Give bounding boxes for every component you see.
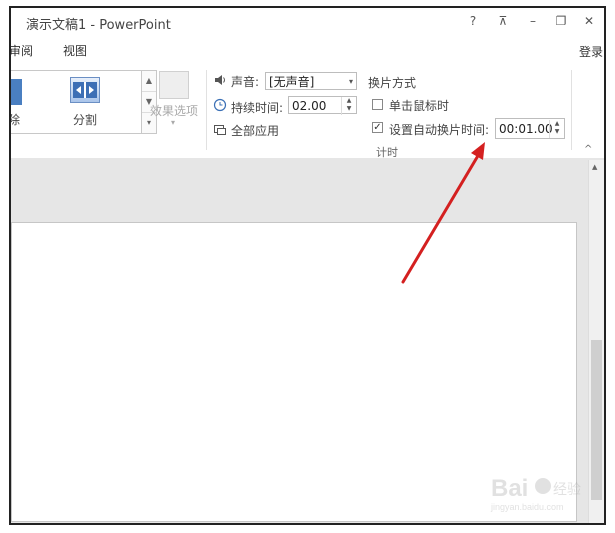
annotation-arrow <box>401 142 485 284</box>
svg-text:经验: 经验 <box>553 482 581 498</box>
svg-text:jingyan.baidu.com: jingyan.baidu.com <box>490 502 564 512</box>
powerpoint-window: 演示文稿1 - PowerPoint ? ⊼ – ❐ ✕ 审阅 视图 登录 除 … <box>9 6 606 525</box>
baidu-watermark-logo: Bai 经验 jingyan.baidu.com <box>489 470 599 519</box>
svg-text:Bai: Bai <box>491 475 528 502</box>
